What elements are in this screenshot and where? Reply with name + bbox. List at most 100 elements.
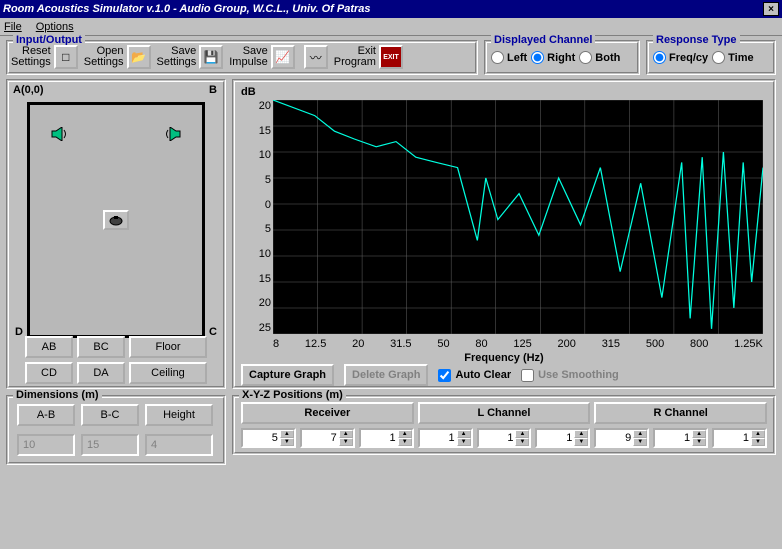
rchannel-header: R Channel [594, 402, 767, 424]
ytick: 20 [241, 100, 271, 112]
lchannel-header: L Channel [418, 402, 591, 424]
spin-up-icon[interactable]: ▲ [515, 430, 529, 438]
spin-down-icon[interactable]: ▼ [398, 438, 412, 446]
ytick: 5 [241, 223, 271, 235]
dim-height-button[interactable]: Height [145, 404, 213, 426]
ytick: 0 [241, 199, 271, 211]
dim-ab-field[interactable]: 10 [17, 434, 75, 456]
spin-up-icon[interactable]: ▲ [339, 430, 353, 438]
use-smoothing-checkbox[interactable]: Use Smoothing [521, 369, 619, 382]
wall-cd-button[interactable]: CD [25, 362, 73, 384]
ytick: 10 [241, 149, 271, 161]
dim-h-field[interactable]: 4 [145, 434, 213, 456]
corner-B: B [209, 84, 217, 96]
spin-up-icon[interactable]: ▲ [574, 430, 588, 438]
rchannel-spin-y[interactable]: 1▲▼ [653, 428, 708, 448]
spin-down-icon[interactable]: ▼ [633, 438, 647, 446]
spin-down-icon[interactable]: ▼ [692, 438, 706, 446]
room-box [27, 102, 205, 338]
exit-program-button[interactable]: Exit ProgramEXIT [334, 45, 403, 69]
chart-xticks: 812.52031.550801252003155008001.25K [273, 338, 763, 350]
lchannel-spin-x[interactable]: 1▲▼ [418, 428, 473, 448]
ytick: 20 [241, 297, 271, 309]
menu-file[interactable]: File [4, 21, 22, 33]
chart-panel: dB 20151050510152025 812.52031.550801252… [232, 79, 776, 389]
spin-down-icon[interactable]: ▼ [280, 438, 294, 446]
dimensions-panel: Dimensions (m) A-B B-C Height 10 15 4 [6, 395, 226, 465]
wall-floor-button[interactable]: Floor [129, 336, 207, 358]
spin-down-icon[interactable]: ▼ [751, 438, 765, 446]
xtick: 8 [273, 338, 279, 350]
radio-freq[interactable]: Freq/cy [653, 51, 708, 64]
spin-up-icon[interactable]: ▲ [398, 430, 412, 438]
menu-options[interactable]: Options [36, 21, 74, 33]
corner-A: A(0,0) [13, 84, 44, 96]
radio-both[interactable]: Both [579, 51, 620, 64]
chart-area [273, 100, 763, 334]
save-impulse-button[interactable]: Save Impulse📈 [229, 45, 295, 69]
open-settings-button[interactable]: Open Settings📂 [84, 45, 151, 69]
save-settings-button[interactable]: Save Settings💾 [157, 45, 224, 69]
capture-graph-button[interactable]: Capture Graph [241, 364, 334, 386]
speaker-right-icon[interactable] [164, 127, 182, 141]
dim-ab-button[interactable]: A-B [17, 404, 75, 426]
xtick: 31.5 [390, 338, 411, 350]
rchannel-pos-group: R Channel 9▲▼1▲▼1▲▼ [594, 402, 767, 448]
spin-down-icon[interactable]: ▼ [339, 438, 353, 446]
positions-panel: X-Y-Z Positions (m) Receiver 5▲▼7▲▼1▲▼ L… [232, 395, 776, 455]
spin-up-icon[interactable]: ▲ [280, 430, 294, 438]
xtick: 1.25K [734, 338, 763, 350]
auto-clear-checkbox[interactable]: Auto Clear [438, 369, 511, 382]
ytick: 25 [241, 322, 271, 334]
xtick: 50 [437, 338, 449, 350]
xtick: 800 [690, 338, 708, 350]
spin-down-icon[interactable]: ▼ [457, 438, 471, 446]
spin-up-icon[interactable]: ▲ [457, 430, 471, 438]
wall-bc-button[interactable]: BC [77, 336, 125, 358]
ytick: 15 [241, 125, 271, 137]
wall-ceiling-button[interactable]: Ceiling [129, 362, 207, 384]
displayed-channel-group: Displayed Channel Left Right Both [484, 40, 640, 75]
spin-down-icon[interactable]: ▼ [574, 438, 588, 446]
folder-open-icon: 📂 [127, 45, 151, 69]
xtick: 80 [475, 338, 487, 350]
speaker-left-icon[interactable] [50, 127, 68, 141]
radio-left[interactable]: Left [491, 51, 527, 64]
receiver-spin-x[interactable]: 5▲▼ [241, 428, 296, 448]
receiver-icon[interactable] [103, 210, 129, 230]
spin-up-icon[interactable]: ▲ [751, 430, 765, 438]
spin-down-icon[interactable]: ▼ [515, 438, 529, 446]
radio-right[interactable]: Right [531, 51, 575, 64]
xtick: 200 [558, 338, 576, 350]
chart-yticks: 20151050510152025 [241, 100, 271, 334]
ytick: 10 [241, 248, 271, 260]
receiver-pos-group: Receiver 5▲▼7▲▼1▲▼ [241, 402, 414, 448]
lchannel-spin-y[interactable]: 1▲▼ [477, 428, 532, 448]
receiver-spin-z[interactable]: 1▲▼ [359, 428, 414, 448]
wall-da-button[interactable]: DA [77, 362, 125, 384]
rchannel-spin-z[interactable]: 1▲▼ [712, 428, 767, 448]
response-type-group: Response Type Freq/cy Time [646, 40, 776, 75]
floppy-icon: 💾 [199, 45, 223, 69]
dim-bc-field[interactable]: 15 [81, 434, 139, 456]
receiver-spin-y[interactable]: 7▲▼ [300, 428, 355, 448]
titlebar: Room Acoustics Simulator v.1.0 - Audio G… [0, 0, 782, 18]
radio-time[interactable]: Time [712, 51, 753, 64]
dim-bc-button[interactable]: B-C [81, 404, 139, 426]
lchannel-spin-z[interactable]: 1▲▼ [535, 428, 590, 448]
xtick: 125 [513, 338, 531, 350]
wall-ab-button[interactable]: AB [25, 336, 73, 358]
spin-up-icon[interactable]: ▲ [692, 430, 706, 438]
io-group: Input/Output Reset Settings□ Open Settin… [6, 40, 478, 75]
spin-up-icon[interactable]: ▲ [633, 430, 647, 438]
delete-graph-button[interactable]: Delete Graph [344, 364, 428, 386]
impulse-icon: 📈 [271, 45, 295, 69]
ytick: 15 [241, 273, 271, 285]
reset-icon: □ [54, 45, 78, 69]
close-icon[interactable]: × [763, 2, 779, 16]
blank-button[interactable]: 〰 [301, 45, 328, 69]
xtick: 12.5 [305, 338, 326, 350]
rchannel-spin-x[interactable]: 9▲▼ [594, 428, 649, 448]
reset-settings-button[interactable]: Reset Settings□ [11, 45, 78, 69]
xtick: 315 [602, 338, 620, 350]
